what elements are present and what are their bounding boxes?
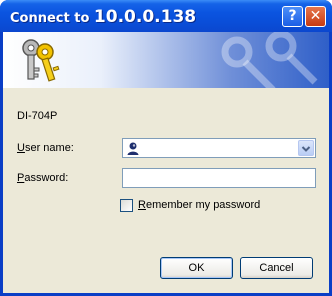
login-dialog: Connect to 10.0.0.138 ? ✕ DI-704P User n… [0,0,332,296]
user-name-combobox[interactable] [122,138,316,158]
cancel-button[interactable]: Cancel [240,257,313,279]
user-name-input[interactable] [145,140,293,156]
close-button[interactable]: ✕ [305,6,326,27]
keys-watermark [221,32,318,88]
user-icon [127,142,139,155]
help-button[interactable]: ? [282,6,303,27]
site-name: DI-704P [17,110,58,122]
password-label: Password: [17,172,69,184]
ok-button[interactable]: OK [160,257,233,279]
user-name-label: User name: [17,142,74,154]
title-bar[interactable]: Connect to 10.0.0.138 ? ✕ [0,0,332,32]
keys-icon [22,39,60,82]
remember-password-label[interactable]: Remember my password [138,199,260,211]
user-name-dropdown-button[interactable] [298,140,314,156]
dialog-body: DI-704P User name: Password: Remember my… [3,32,329,293]
dialog-title: Connect to 10.0.0.138 [10,7,197,27]
remember-password-checkbox[interactable] [120,199,133,212]
dialog-banner [3,32,329,88]
chevron-down-icon [301,146,311,152]
password-field[interactable] [122,168,316,188]
